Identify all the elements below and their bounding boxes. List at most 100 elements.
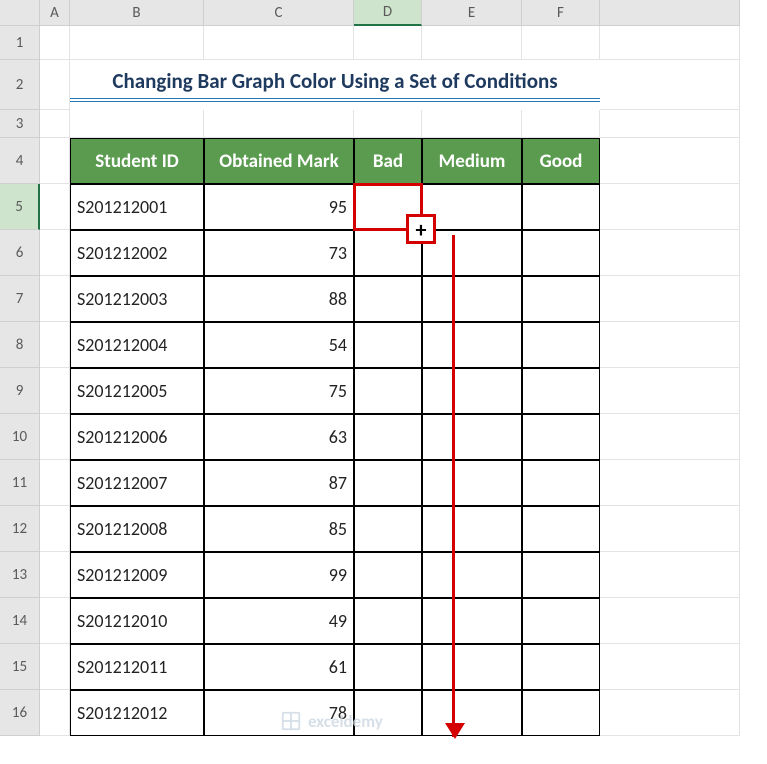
cell-medium[interactable]: [422, 414, 522, 460]
cell-obtained-mark[interactable]: 61: [204, 644, 354, 690]
cell-blank[interactable]: [600, 60, 740, 110]
cell-A11[interactable]: [40, 460, 70, 506]
cell-medium[interactable]: [422, 184, 522, 230]
cell-student-id[interactable]: S201212010: [70, 598, 204, 644]
row-header-10[interactable]: 10: [0, 414, 40, 460]
cell-blank[interactable]: [600, 598, 740, 644]
cell-good[interactable]: [522, 644, 600, 690]
cell-blank[interactable]: [600, 26, 740, 60]
cell-A14[interactable]: [40, 598, 70, 644]
cell-obtained-mark[interactable]: 54: [204, 322, 354, 368]
cell-obtained-mark[interactable]: 99: [204, 552, 354, 598]
column-header-A[interactable]: A: [40, 0, 70, 26]
cell-bad[interactable]: [354, 414, 422, 460]
cell-A5[interactable]: [40, 184, 70, 230]
cell-good[interactable]: [522, 552, 600, 598]
cell-obtained-mark[interactable]: 75: [204, 368, 354, 414]
cell-A6[interactable]: [40, 230, 70, 276]
cell-medium[interactable]: [422, 644, 522, 690]
cell-good[interactable]: [522, 322, 600, 368]
row-header-2[interactable]: 2: [0, 60, 40, 110]
header-bad[interactable]: Bad: [354, 138, 422, 184]
cell-student-id[interactable]: S201212002: [70, 230, 204, 276]
row-header-9[interactable]: 9: [0, 368, 40, 414]
cell-medium[interactable]: [422, 598, 522, 644]
cell-blank[interactable]: [600, 644, 740, 690]
header-student-id[interactable]: Student ID: [70, 138, 204, 184]
cell-A16[interactable]: [40, 690, 70, 736]
cell-good[interactable]: [522, 184, 600, 230]
cell-medium[interactable]: [422, 230, 522, 276]
cell-bad[interactable]: [354, 368, 422, 414]
row-header-1[interactable]: 1: [0, 26, 40, 60]
cell-good[interactable]: [522, 230, 600, 276]
cell-good[interactable]: [522, 276, 600, 322]
cell-D5-selected[interactable]: +: [354, 184, 422, 230]
column-header-E[interactable]: E: [422, 0, 522, 26]
cell-obtained-mark[interactable]: 63: [204, 414, 354, 460]
cell-obtained-mark[interactable]: 87: [204, 460, 354, 506]
cell-student-id[interactable]: S201212005: [70, 368, 204, 414]
cell-blank[interactable]: [40, 110, 70, 138]
cell-student-id[interactable]: S201212004: [70, 322, 204, 368]
cell-blank[interactable]: [600, 110, 740, 138]
cell-obtained-mark[interactable]: 49: [204, 598, 354, 644]
cell-A12[interactable]: [40, 506, 70, 552]
cell-blank[interactable]: [70, 26, 204, 60]
cell-bad[interactable]: [354, 322, 422, 368]
cell-obtained-mark[interactable]: 95: [204, 184, 354, 230]
cell-student-id[interactable]: S201212009: [70, 552, 204, 598]
cell-A4[interactable]: [40, 138, 70, 184]
row-header-11[interactable]: 11: [0, 460, 40, 506]
cell-A8[interactable]: [40, 322, 70, 368]
cell-blank[interactable]: [600, 460, 740, 506]
cell-obtained-mark[interactable]: 88: [204, 276, 354, 322]
cell-blank[interactable]: [600, 552, 740, 598]
row-header-14[interactable]: 14: [0, 598, 40, 644]
row-header-7[interactable]: 7: [0, 276, 40, 322]
cell-blank[interactable]: [600, 276, 740, 322]
cell-good[interactable]: [522, 414, 600, 460]
cell-medium[interactable]: [422, 690, 522, 736]
row-header-12[interactable]: 12: [0, 506, 40, 552]
cell-blank[interactable]: [600, 322, 740, 368]
cell-good[interactable]: [522, 506, 600, 552]
cell-medium[interactable]: [422, 506, 522, 552]
cell-medium[interactable]: [422, 552, 522, 598]
row-header-5[interactable]: 5: [0, 184, 40, 230]
cell-blank[interactable]: [422, 26, 522, 60]
column-header-B[interactable]: B: [70, 0, 204, 26]
cell-blank[interactable]: [522, 26, 600, 60]
cell-A10[interactable]: [40, 414, 70, 460]
cell-obtained-mark[interactable]: 85: [204, 506, 354, 552]
cell-A15[interactable]: [40, 644, 70, 690]
cell-student-id[interactable]: S201212007: [70, 460, 204, 506]
cell-A9[interactable]: [40, 368, 70, 414]
cell-blank[interactable]: [600, 690, 740, 736]
cell-student-id[interactable]: S201212001: [70, 184, 204, 230]
cell-blank[interactable]: [600, 230, 740, 276]
row-header-4[interactable]: 4: [0, 138, 40, 184]
cell-blank[interactable]: [600, 138, 740, 184]
cell-bad[interactable]: [354, 506, 422, 552]
cell-blank[interactable]: [522, 110, 600, 138]
cell-A13[interactable]: [40, 552, 70, 598]
row-header-3[interactable]: 3: [0, 110, 40, 138]
cell-blank[interactable]: [354, 110, 422, 138]
cell-blank[interactable]: [204, 110, 354, 138]
row-header-8[interactable]: 8: [0, 322, 40, 368]
cell-student-id[interactable]: S201212012: [70, 690, 204, 736]
cell-blank[interactable]: [422, 110, 522, 138]
cell-bad[interactable]: [354, 644, 422, 690]
cell-blank[interactable]: [40, 26, 70, 60]
column-header-C[interactable]: C: [204, 0, 354, 26]
cell-bad[interactable]: [354, 460, 422, 506]
cell-bad[interactable]: [354, 276, 422, 322]
cell-student-id[interactable]: S201212008: [70, 506, 204, 552]
cell-bad[interactable]: [354, 552, 422, 598]
cell-good[interactable]: [522, 460, 600, 506]
select-all-corner[interactable]: [0, 0, 40, 26]
cell-A7[interactable]: [40, 276, 70, 322]
column-header-D[interactable]: D: [354, 0, 422, 26]
cell-blank[interactable]: [204, 26, 354, 60]
